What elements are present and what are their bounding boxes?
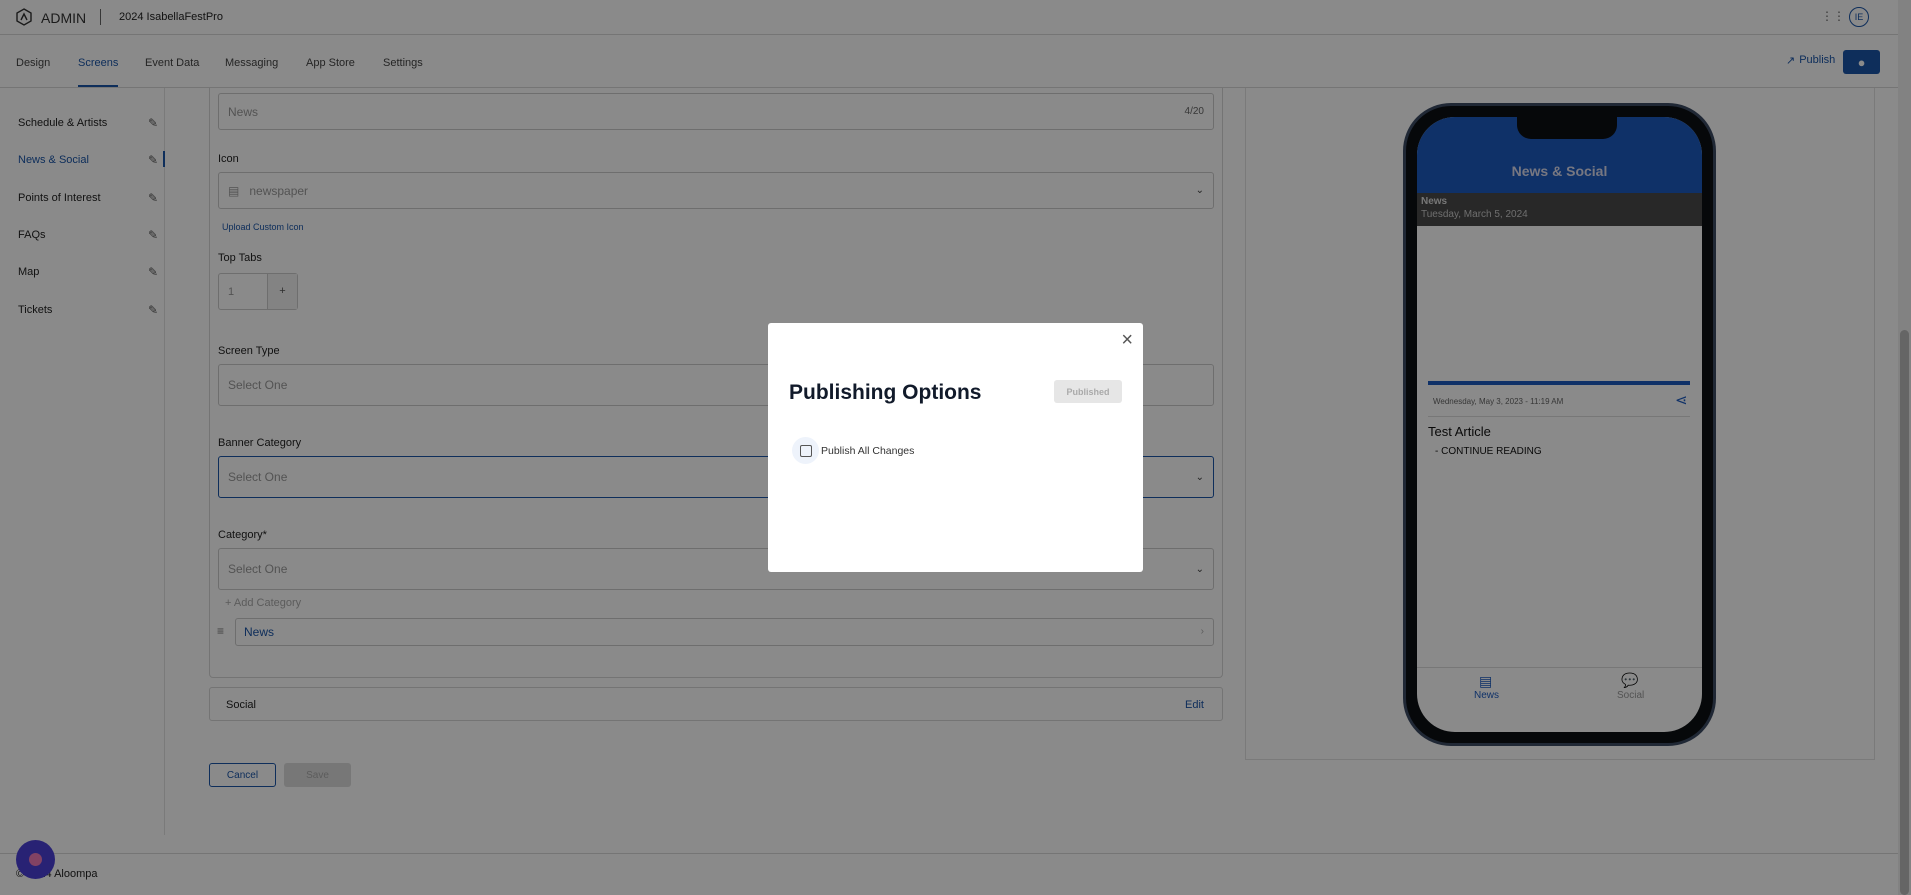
published-button[interactable]: Published [1054,380,1122,403]
modal-title: Publishing Options [789,381,982,404]
publish-all-checkbox[interactable] [792,437,819,464]
checkbox-box [799,444,812,457]
publishing-options-modal: × Publishing Options Published Publish A… [768,323,1143,572]
publish-all-label[interactable]: Publish All Changes [821,445,914,457]
close-icon[interactable]: × [1121,329,1133,352]
